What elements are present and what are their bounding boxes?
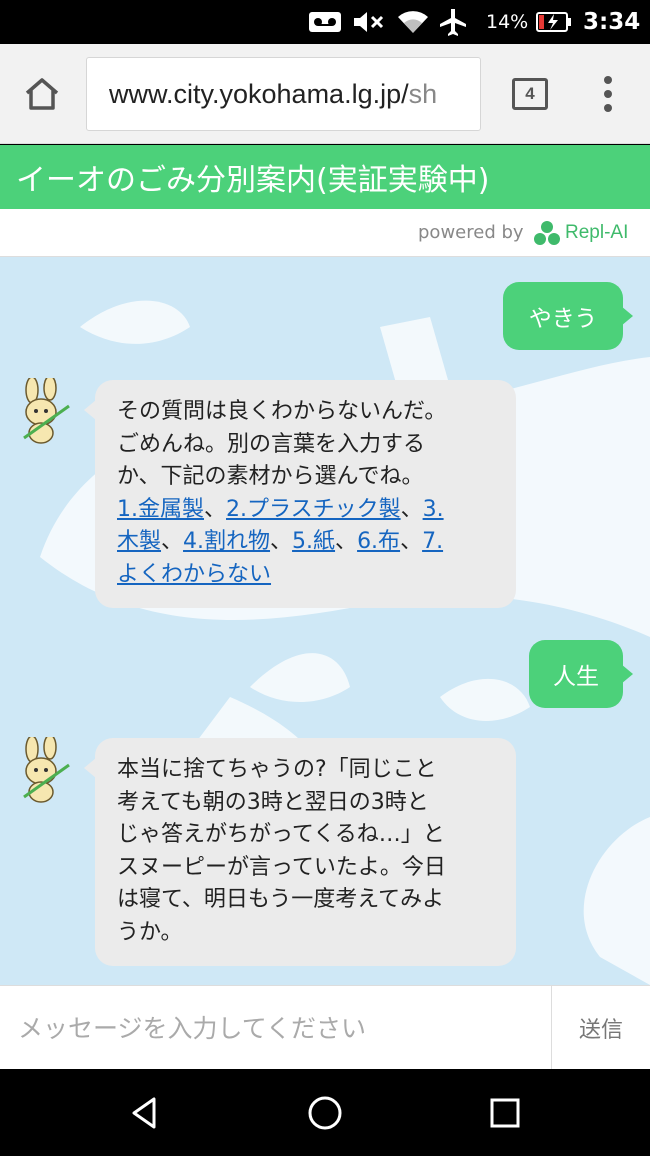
- voicemail-icon: [308, 0, 342, 44]
- option-wood-link[interactable]: 木製: [117, 529, 161, 554]
- separator: 、: [161, 529, 184, 554]
- option-wood-link[interactable]: 3.: [423, 497, 444, 522]
- url-truncated: sh: [408, 79, 438, 109]
- battery-charging-icon: [536, 0, 572, 44]
- powered-by-label: powered by: [418, 222, 524, 243]
- material-options: よくわからない: [117, 559, 494, 592]
- powered-by-bar: powered by Repl-AI: [0, 209, 650, 257]
- home-icon: [25, 78, 59, 110]
- separator: 、: [400, 529, 423, 554]
- wifi-icon: [396, 0, 430, 44]
- separator: 、: [270, 529, 293, 554]
- material-options: 1.金属製、2.プラスチック製、3.: [117, 494, 494, 527]
- battery-percent: 14%: [486, 11, 529, 33]
- url-main: www.city.yokohama.lg.jp/: [109, 79, 409, 109]
- repl-ai-logo[interactable]: Repl-AI: [533, 218, 628, 248]
- user-message-text: やきう: [528, 306, 598, 332]
- home-nav-button[interactable]: [303, 1091, 347, 1135]
- repl-ai-icon: [534, 221, 560, 245]
- bot-message-line: その質問は良くわからないんだ。: [117, 399, 447, 424]
- option-unknown-link[interactable]: よくわからない: [117, 562, 271, 587]
- overflow-menu-icon[interactable]: [596, 74, 620, 114]
- bot-message-line: じゃ答えがちがってくるね…」と: [117, 822, 445, 847]
- user-message: やきう: [503, 282, 633, 350]
- bot-message-line: か、下記の素材から選んでね。: [117, 464, 424, 489]
- bot-message-line: うか。: [117, 919, 183, 945]
- option-plastic-link[interactable]: 2.プラスチック製: [226, 497, 401, 522]
- home-button[interactable]: [18, 72, 66, 116]
- user-message-text: 人生: [553, 664, 599, 690]
- bot-message: 本当に捨てちゃうの?「同じこと 考えても朝の3時と翌日の3時と じゃ答えがちがっ…: [84, 738, 516, 966]
- bot-message-line: 考えても朝の3時と翌日の3時と: [117, 789, 429, 815]
- browser-toolbar: www.city.yokohama.lg.jp/sh 4: [0, 44, 650, 144]
- repl-ai-brand: Repl-AI: [565, 222, 629, 243]
- bot-message: その質問は良くわからないんだ。 ごめんね。別の言葉を入力する か、下記の素材から…: [84, 380, 516, 608]
- user-message: 人生: [529, 640, 633, 708]
- mute-icon: [352, 0, 386, 44]
- separator: 、: [204, 496, 227, 522]
- url-bar[interactable]: www.city.yokohama.lg.jp/sh: [86, 57, 481, 131]
- url-text: www.city.yokohama.lg.jp/sh: [109, 79, 437, 110]
- back-icon: [132, 1097, 156, 1129]
- send-button[interactable]: 送信: [551, 986, 650, 1070]
- option-unknown-link[interactable]: 7.: [422, 529, 443, 554]
- airplane-icon: [438, 0, 468, 44]
- bot-message-line: 本当に捨てちゃうの?「同じこと: [117, 757, 437, 782]
- option-cloth-link[interactable]: 6.布: [357, 529, 400, 554]
- bot-message-line: スヌーピーが言っていたよ。今日: [117, 854, 446, 880]
- message-input-bar: 送信: [0, 985, 650, 1070]
- material-options: 木製、4.割れ物、5.紙、6.布、7.: [117, 526, 494, 559]
- status-bar: 14% 3:34: [0, 0, 650, 44]
- back-button[interactable]: [122, 1091, 166, 1135]
- navigation-bar: [0, 1069, 650, 1156]
- home-circle-icon: [308, 1096, 342, 1130]
- separator: 、: [335, 529, 358, 554]
- chat-area[interactable]: やきう その質問は良くわからないんだ。 ごめんね。別の言葉を入力する か、下記の…: [0, 257, 650, 985]
- bot-avatar: [14, 375, 74, 444]
- bot-message-line: は寝て、明日もう一度考えてみよ: [117, 887, 445, 912]
- bot-avatar: [14, 734, 74, 803]
- option-fragile-link[interactable]: 4.割れ物: [183, 529, 270, 554]
- recents-icon: [490, 1098, 520, 1128]
- page-title: イーオのごみ分別案内(実証実験中): [16, 163, 490, 198]
- message-input[interactable]: [0, 986, 551, 1070]
- app-header: イーオのごみ分別案内(実証実験中): [0, 145, 650, 209]
- recents-button[interactable]: [483, 1091, 527, 1135]
- option-metal-link[interactable]: 1.金属製: [117, 497, 204, 522]
- bot-message-line: ごめんね。別の言葉を入力する: [117, 431, 426, 457]
- separator: 、: [400, 496, 423, 522]
- tab-switcher-button[interactable]: 4: [512, 78, 548, 110]
- option-paper-link[interactable]: 5.紙: [292, 529, 335, 554]
- clock: 3:34: [583, 9, 641, 35]
